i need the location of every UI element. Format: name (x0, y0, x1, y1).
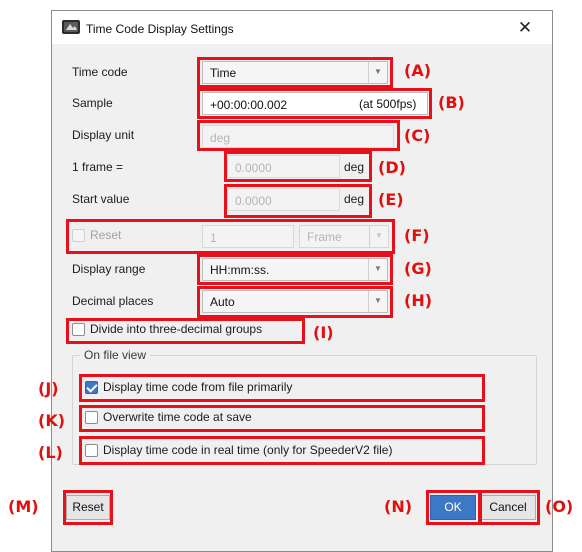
close-icon[interactable]: ✕ (510, 15, 540, 41)
callout-box-d (224, 151, 372, 182)
annotation-e: (E) (378, 190, 404, 209)
callout-box-o (479, 490, 540, 525)
callout-box-a (197, 57, 393, 88)
callout-box-g (197, 254, 393, 285)
callout-box-i (66, 318, 305, 344)
annotation-h: (H) (404, 291, 433, 310)
annotation-b: (B) (438, 93, 465, 112)
callout-box-n (426, 490, 481, 525)
display-unit-label: Display unit (72, 128, 135, 142)
one-frame-label: 1 frame = (72, 160, 124, 174)
annotation-c: (C) (404, 126, 431, 145)
annotation-m: (M) (8, 497, 39, 516)
file-view-legend: On file view (80, 348, 151, 362)
time-code-label: Time code (72, 65, 128, 79)
annotation-l: (L) (38, 443, 63, 462)
start-value-label: Start value (72, 192, 130, 206)
callout-box-f (66, 219, 395, 254)
callout-box-c (197, 120, 400, 151)
annotation-g: (G) (404, 259, 432, 278)
window-title: Time Code Display Settings (86, 22, 234, 36)
sample-label: Sample (72, 96, 113, 110)
callout-box-b (197, 88, 432, 119)
annotation-o: (O) (545, 497, 574, 516)
annotation-n: (N) (384, 497, 413, 516)
annotation-j: (J) (38, 379, 59, 398)
decimal-places-label: Decimal places (72, 294, 154, 308)
callout-box-l (79, 436, 485, 465)
callout-box-h (197, 286, 393, 318)
annotation-i: (I) (313, 323, 334, 342)
callout-box-j (79, 374, 485, 402)
app-icon (62, 19, 80, 35)
display-range-label: Display range (72, 262, 146, 276)
callout-box-k (79, 405, 485, 432)
annotation-d: (D) (378, 158, 406, 177)
annotation-f: (F) (404, 226, 430, 245)
annotation-k: (K) (38, 411, 66, 430)
annotation-a: (A) (404, 61, 432, 80)
callout-box-m (63, 490, 113, 525)
callout-box-e (224, 184, 372, 218)
